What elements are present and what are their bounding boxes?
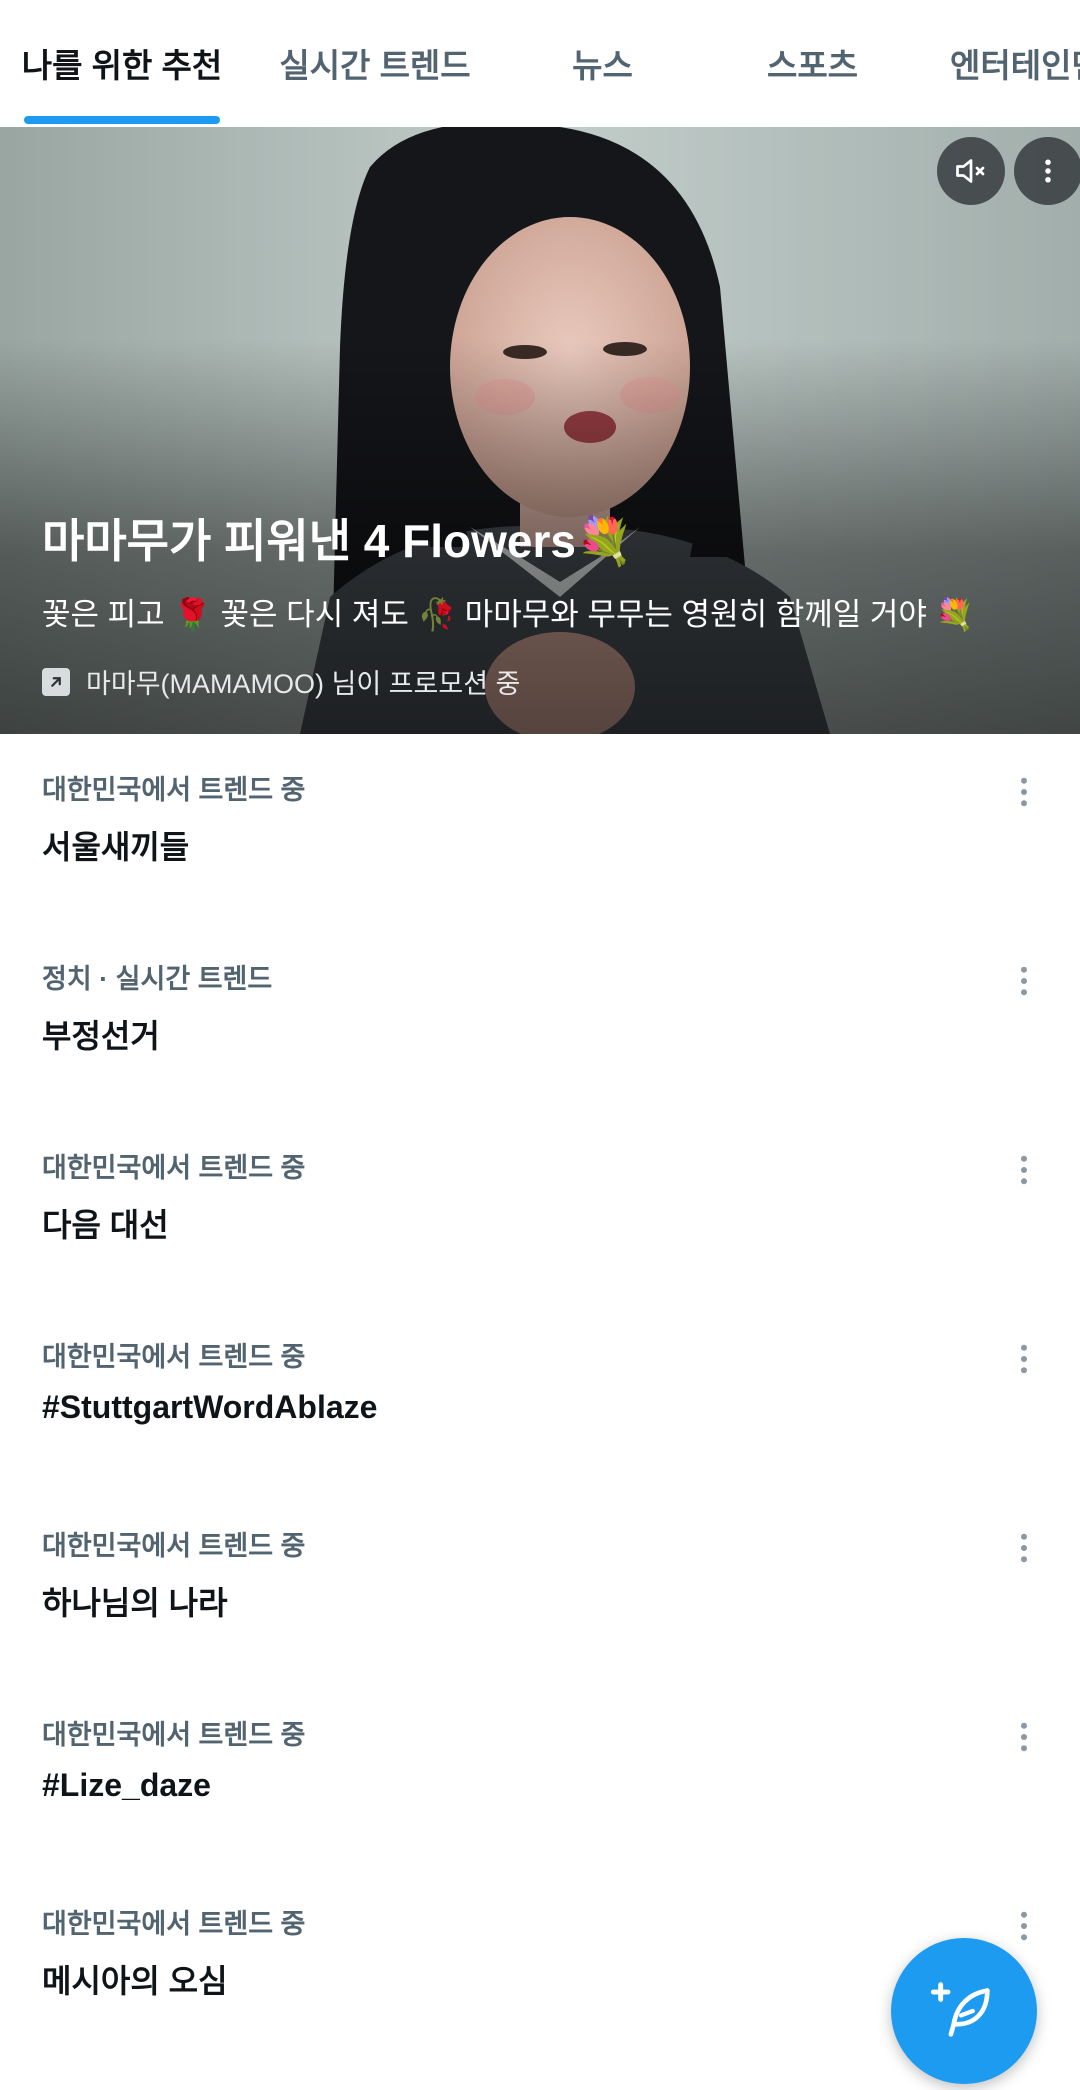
hero-gradient [0, 127, 1080, 734]
tab-label: 뉴스 [572, 47, 633, 84]
trend-name: 메시아의 오심 [42, 1963, 228, 1999]
compose-feather-icon [930, 1982, 990, 2037]
more-vertical-icon [1021, 1155, 1027, 1185]
trend-meta: 대한민국에서 트렌드 중 [42, 1531, 306, 1561]
active-tab-indicator [24, 116, 220, 124]
more-vertical-icon [1045, 159, 1051, 183]
promoted-icon [42, 667, 70, 696]
more-vertical-icon [1021, 1911, 1027, 1941]
trend-meta: 대한민국에서 트렌드 중 [42, 1909, 306, 1939]
more-vertical-icon [1021, 966, 1027, 996]
trend-name: 다음 대선 [42, 1207, 169, 1243]
tab-entertainment[interactable]: 엔터테인먼트 [950, 0, 1080, 126]
tab-label: 나를 위한 추천 [21, 47, 223, 84]
trend-meta: 대한민국에서 트렌드 중 [42, 1342, 306, 1372]
promoted-label: 마마무(MAMAMOO) 님이 프로모션 중 [42, 662, 520, 701]
more-vertical-icon [1021, 1344, 1027, 1374]
trend-item[interactable]: 대한민국에서 트렌드 중 #StuttgartWordAblaze [0, 1301, 1080, 1490]
promoted-video-card[interactable]: 마마무가 피워낸 4 Flowers💐 꽃은 피고 🌹 꽃은 다시 져도 🥀 마… [0, 127, 1080, 734]
trend-item[interactable]: 대한민국에서 트렌드 중 다음 대선 [0, 1112, 1080, 1301]
more-vertical-icon [1021, 777, 1027, 807]
tab-for-you[interactable]: 나를 위한 추천 [21, 0, 223, 126]
trend-name: 하나님의 나라 [42, 1585, 228, 1621]
trend-name: 부정선거 [42, 1018, 160, 1054]
tab-news[interactable]: 뉴스 [540, 0, 665, 126]
trend-more-button[interactable] [1004, 1906, 1044, 1946]
trend-name: 서울새끼들 [42, 829, 190, 865]
trend-more-button[interactable] [1004, 1339, 1044, 1379]
more-vertical-icon [1021, 1533, 1027, 1563]
trend-more-button[interactable] [1004, 772, 1044, 812]
trend-item[interactable]: 정치 · 실시간 트렌드 부정선거 [0, 923, 1080, 1112]
trend-name: #StuttgartWordAblaze [42, 1389, 378, 1425]
tab-trending[interactable]: 실시간 트렌드 [265, 0, 485, 126]
trend-more-button[interactable] [1004, 1717, 1044, 1757]
trend-meta: 대한민국에서 트렌드 중 [42, 1720, 306, 1750]
more-vertical-icon [1021, 1722, 1027, 1752]
trend-item[interactable]: 대한민국에서 트렌드 중 #Lize_daze [0, 1679, 1080, 1868]
trend-item[interactable]: 대한민국에서 트렌드 중 서울새끼들 [0, 734, 1080, 923]
tab-label: 실시간 트렌드 [279, 47, 471, 84]
promoted-text: 마마무(MAMAMOO) 님이 프로모션 중 [86, 669, 521, 699]
trend-meta: 대한민국에서 트렌드 중 [42, 1153, 306, 1183]
explore-tab-bar: 나를 위한 추천 실시간 트렌드 뉴스 스포츠 엔터테인먼트 [0, 0, 1080, 126]
hero-title: 마마무가 피워낸 4 Flowers💐 [42, 515, 634, 567]
trend-more-button[interactable] [1004, 1528, 1044, 1568]
trend-name: #Lize_daze [42, 1767, 211, 1803]
volume-muted-icon [956, 159, 985, 183]
trend-more-button[interactable] [1004, 961, 1044, 1001]
tab-sports[interactable]: 스포츠 [745, 0, 880, 126]
tab-label: 엔터테인먼트 [950, 47, 1080, 84]
mute-button[interactable] [937, 137, 1005, 205]
trend-meta: 정치 · 실시간 트렌드 [42, 964, 273, 994]
hero-more-button[interactable] [1014, 137, 1080, 205]
trend-meta: 대한민국에서 트렌드 중 [42, 775, 306, 805]
tab-label: 스포츠 [766, 47, 859, 84]
trend-more-button[interactable] [1004, 1150, 1044, 1190]
trend-item[interactable]: 대한민국에서 트렌드 중 하나님의 나라 [0, 1490, 1080, 1679]
hero-description: 꽃은 피고 🌹 꽃은 다시 져도 🥀 마마무와 무무는 영원히 함께일 거야 💐 [42, 597, 975, 632]
compose-button[interactable] [891, 1938, 1037, 2084]
